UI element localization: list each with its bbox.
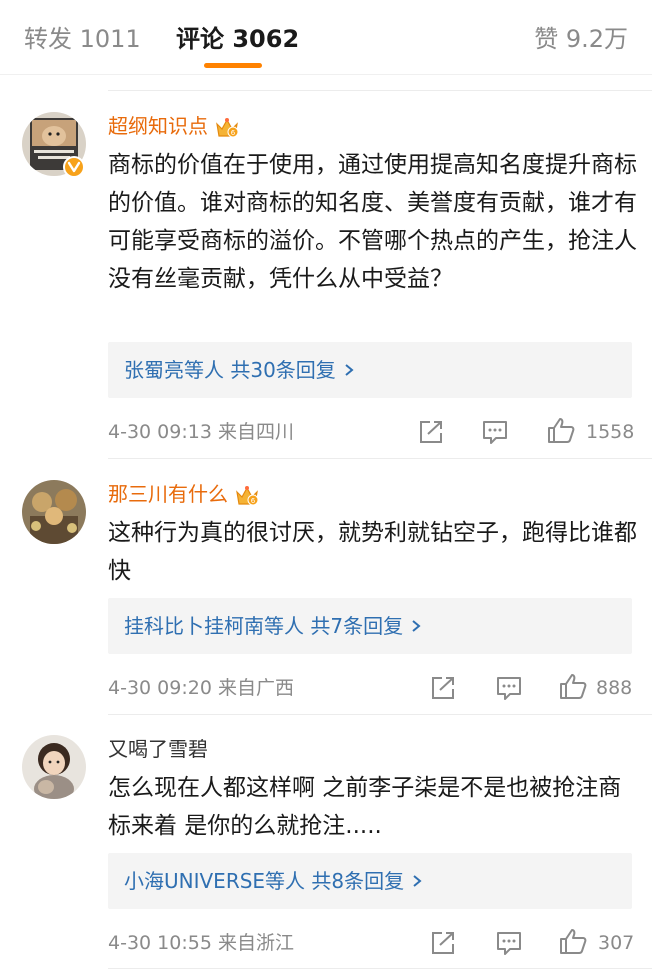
username[interactable]: 超纲知识点 6 [108,112,240,140]
like-icon[interactable] [546,416,576,444]
share-icon[interactable] [428,674,458,702]
username[interactable]: 又喝了雪碧 [108,735,208,763]
vip-crown-icon: 6 [214,116,240,140]
tab-divider [0,74,652,75]
like-icon[interactable] [558,672,588,700]
like-count: 888 [596,677,633,699]
comment-meta: 4-30 09:20 来自广西 [108,677,294,699]
divider [108,714,652,715]
username-text[interactable]: 超纲知识点 [108,114,208,138]
reply-count[interactable]: 共8条回复 [311,869,404,893]
reply-username[interactable]: 挂科比卜挂柯南 [124,614,264,638]
svg-text:6: 6 [231,129,236,137]
active-tab-indicator [204,63,262,68]
divider [108,90,652,91]
reply-count[interactable]: 共7条回复 [310,614,403,638]
share-icon[interactable] [416,418,446,446]
comment-icon[interactable] [480,418,510,446]
chevron-right-icon [344,342,354,398]
divider [108,458,652,459]
comment-text: 怎么现在人都这样啊 之前李子柒是不是也被抢注商标来着 是你的么就抢注..... [108,775,622,839]
replies-preview[interactable]: 张蜀亮等人 共30条回复 [108,342,632,398]
svg-text:6: 6 [251,497,256,505]
reply-count[interactable]: 共30条回复 [230,358,335,382]
chevron-right-icon [411,598,421,654]
comment-icon[interactable] [494,674,524,702]
verified-badge-icon [63,156,85,178]
tab-repost[interactable]: 转发 1011 [24,22,141,56]
like-icon[interactable] [558,927,588,955]
tab-bar: 转发 1011 评论 3062 赞 9.2万 [0,0,652,76]
avatar[interactable] [22,735,86,799]
reply-etc-label: 等人 [265,869,306,893]
replies-preview[interactable]: 挂科比卜挂柯南等人 共7条回复 [108,598,632,654]
vip-crown-icon: 6 [234,484,260,508]
comment-meta: 4-30 10:55 来自浙江 [108,932,294,954]
reply-username[interactable]: 张蜀亮 [124,358,184,382]
chevron-right-icon [412,853,422,909]
username[interactable]: 那三川有什么 6 [108,480,260,508]
comment-meta: 4-30 09:13 来自四川 [108,421,294,443]
avatar[interactable] [22,480,86,544]
replies-preview[interactable]: 小海UNIVERSE等人 共8条回复 [108,853,632,909]
tab-comments[interactable]: 评论 3062 [176,22,299,56]
comment-icon[interactable] [494,929,524,957]
tab-likes[interactable]: 赞 9.2万 [534,22,628,56]
like-count: 1558 [586,421,635,443]
reply-etc-label: 等人 [264,614,304,638]
username-text[interactable]: 又喝了雪碧 [108,737,208,761]
comment-text: 商标的价值在于使用，通过使用提高知名度提升商标的价值。谁对商标的知名度、美誉度有… [108,152,637,292]
reply-etc-label: 等人 [184,358,224,382]
comment-text: 这种行为真的很讨厌，就势利就钻空子，跑得比谁都快 [108,520,637,584]
reply-username[interactable]: 小海UNIVERSE [124,869,265,893]
share-icon[interactable] [428,929,458,957]
divider [108,968,652,969]
like-count: 307 [598,932,635,954]
username-text[interactable]: 那三川有什么 [108,482,228,506]
